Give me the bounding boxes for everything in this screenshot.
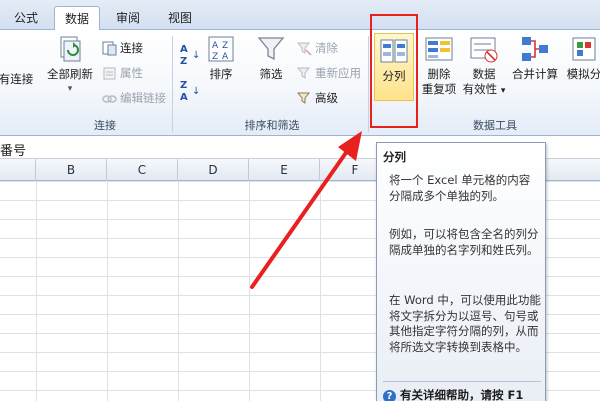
tab-formulas[interactable]: 公式	[4, 6, 48, 30]
group-separator	[368, 36, 369, 132]
refresh-dropdown-arrow-icon[interactable]: ▾	[40, 82, 100, 97]
clear-filter-icon	[296, 41, 312, 56]
connections-label: 连接	[120, 41, 143, 55]
refresh-all-label: 全部刷新	[47, 67, 93, 81]
column-header-d[interactable]: D	[178, 159, 249, 181]
data-tools-group-label: 数据工具	[473, 119, 517, 132]
edit-links-button[interactable]: 编辑链接	[102, 88, 166, 108]
validation-dropdown-arrow-icon[interactable]: ▾	[501, 86, 506, 96]
advanced-filter-button[interactable]: 高级	[296, 88, 338, 108]
reapply-label: 重新应用	[315, 66, 361, 80]
svg-text:Z: Z	[212, 52, 218, 62]
connections-icon	[102, 41, 117, 56]
filter-button[interactable]: 筛选	[250, 34, 292, 82]
consolidate-label: 合并计算	[512, 67, 558, 81]
tab-view[interactable]: 视图	[158, 6, 202, 30]
svg-text:A: A	[212, 41, 219, 51]
tooltip-paragraph-2: 例如，可以将包含全名的列分隔成单独的名字列和姓氏列。	[389, 227, 539, 257]
sort-label: 排序	[209, 67, 233, 81]
grid-line	[178, 181, 179, 401]
sort-dialog-icon: AZZA	[206, 34, 236, 64]
sort-button[interactable]: AZZA 排序	[200, 34, 242, 82]
connections-group-label: 连接	[94, 119, 116, 132]
what-if-label: 模拟分	[566, 67, 600, 81]
existing-connections-button[interactable]: 有连接	[0, 72, 36, 87]
sort-ascending-button[interactable]: A Z ↓	[180, 44, 200, 74]
clear-filter-button[interactable]: 清除	[296, 38, 338, 58]
what-if-analysis-button[interactable]: 模拟分	[562, 34, 600, 82]
remove-duplicates-button[interactable]: 删除 重复项	[418, 34, 460, 97]
properties-button[interactable]: 属性	[102, 63, 143, 83]
help-icon: ?	[383, 390, 396, 401]
filter-label: 筛选	[259, 67, 283, 81]
tab-data[interactable]: 数据	[54, 6, 100, 31]
connections-button[interactable]: 连接	[102, 38, 143, 58]
tooltip-title: 分列	[383, 150, 406, 164]
tooltip-paragraph-1: 将一个 Excel 单元格的内容分隔成多个单独的列。	[389, 173, 531, 203]
annotation-arrow	[250, 131, 362, 289]
what-if-icon	[569, 34, 599, 64]
grid-line	[107, 181, 108, 401]
advanced-filter-icon	[296, 91, 312, 106]
sort-descending-button[interactable]: Z A ↓	[180, 80, 200, 110]
tooltip-divider	[383, 381, 541, 382]
data-validation-label-1: 数据	[472, 67, 496, 81]
clear-label: 清除	[315, 41, 338, 55]
refresh-all-button[interactable]: 全部刷新 ▾	[40, 34, 100, 97]
existing-connections-label: 有连接	[0, 72, 34, 86]
down-arrow-icon: ↓	[192, 86, 201, 97]
consolidate-icon	[520, 34, 550, 64]
properties-label: 属性	[120, 66, 143, 80]
tooltip-help-text: 有关详细帮助，请按 F1	[400, 388, 524, 401]
data-validation-label-2: 有效性 ▾	[462, 82, 506, 96]
svg-text:A: A	[222, 52, 229, 62]
remove-duplicates-icon	[424, 34, 454, 64]
data-validation-button[interactable]: 数据 有效性 ▾	[462, 34, 506, 99]
reapply-button[interactable]: 重新应用	[296, 63, 361, 83]
formula-bar-text: 番号	[0, 144, 27, 159]
ribbon: 有连接 全部刷新 ▾ 连接 属性 编辑链接 连接 A Z ↓ Z A ↓ AZZA 排序…	[0, 30, 600, 136]
tab-review[interactable]: 审阅	[106, 6, 150, 30]
properties-icon	[102, 66, 117, 81]
tooltip-paragraph-3: 在 Word 中，可以使用此功能将文字拆分为以逗号、句号或其他指定字符分隔的列，…	[389, 293, 541, 354]
link-icon	[102, 91, 117, 106]
column-header-partial[interactable]	[0, 159, 36, 181]
svg-text:Z: Z	[222, 41, 228, 51]
data-validation-icon	[469, 34, 499, 64]
funnel-icon	[256, 34, 286, 64]
reapply-icon	[296, 66, 312, 81]
remove-duplicates-label-2: 重复项	[421, 82, 457, 96]
ribbon-tab-bar: 公式 数据 审阅 视图	[0, 0, 600, 31]
consolidate-button[interactable]: 合并计算	[509, 34, 561, 82]
sort-za-icon: ZA	[180, 80, 188, 103]
sort-az-icon: AZ	[180, 44, 188, 67]
tooltip-help[interactable]: ? 有关详细帮助，请按 F1	[383, 387, 523, 401]
edit-links-label: 编辑链接	[120, 91, 166, 105]
grid-line	[36, 181, 37, 401]
column-header-c[interactable]: C	[107, 159, 178, 181]
tooltip-panel: 分列 将一个 Excel 单元格的内容分隔成多个单独的列。 例如，可以将包含全名…	[376, 142, 546, 401]
highlight-box	[370, 14, 418, 128]
refresh-icon	[55, 34, 85, 64]
remove-duplicates-label-1: 删除	[427, 67, 451, 81]
column-header-b[interactable]: B	[36, 159, 107, 181]
advanced-label: 高级	[315, 91, 338, 105]
group-separator	[172, 36, 173, 132]
